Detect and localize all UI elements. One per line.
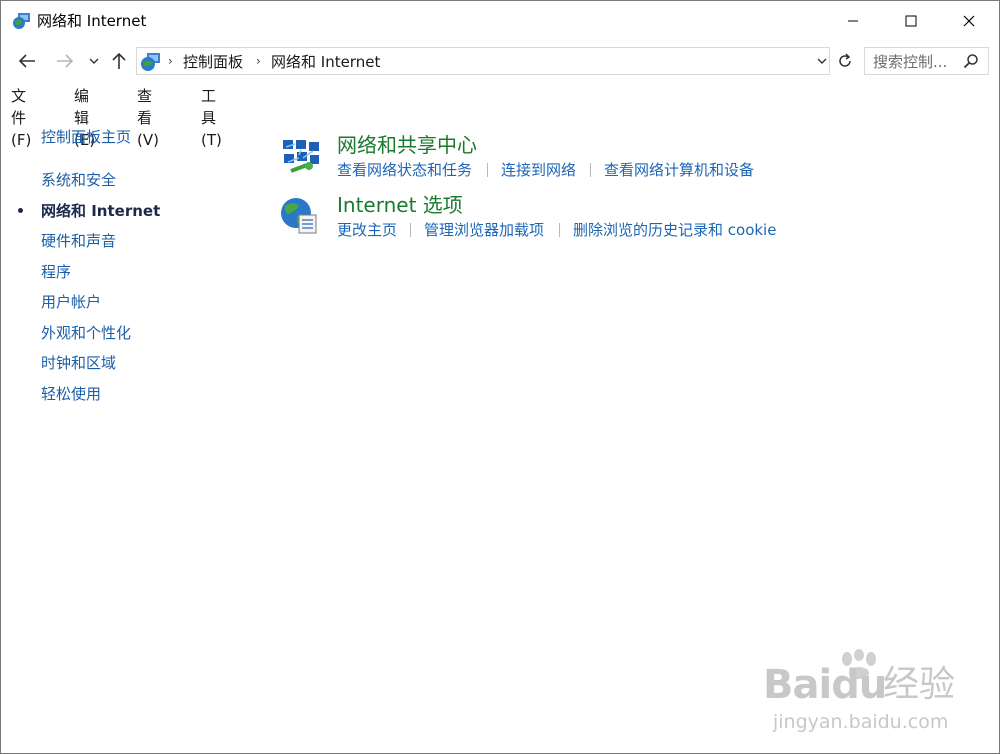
sidebar-item-clock-region[interactable]: 时钟和区域 [41, 353, 116, 373]
menu-view[interactable]: 查看(V) [137, 85, 159, 151]
back-button[interactable] [15, 48, 39, 74]
menu-tools[interactable]: 工具(T) [201, 85, 222, 151]
control-panel-icon [141, 53, 160, 71]
baidu-jingyan-watermark: Baidu 经验 jingyan.baidu.com [763, 649, 988, 739]
task-connect-to-network[interactable]: 连接到网络 [501, 160, 576, 180]
search-box[interactable] [864, 47, 989, 75]
back-arrow-icon [18, 54, 35, 68]
network-sharing-center-icon[interactable] [281, 138, 321, 178]
task-divider [590, 163, 591, 177]
chevron-down-icon [89, 58, 99, 64]
watermark-logo: Baidu [763, 662, 887, 708]
internet-options-title[interactable]: Internet 选项 [337, 192, 463, 218]
forward-button[interactable] [53, 48, 77, 74]
network-globe-icon [13, 13, 30, 29]
breadcrumb-separator-icon[interactable]: › [168, 54, 173, 68]
title-bar: 网络和 Internet [1, 1, 999, 41]
watermark-label: 经验 [883, 664, 956, 705]
breadcrumb-separator-icon[interactable]: › [256, 54, 261, 68]
sidebar-item-programs[interactable]: 程序 [41, 262, 71, 282]
task-view-network-status[interactable]: 查看网络状态和任务 [337, 160, 472, 180]
sidebar-item-user-accounts[interactable]: 用户帐户 [41, 292, 101, 312]
minimize-icon [848, 20, 858, 22]
control-panel-home-link[interactable]: 控制面板主页 [41, 127, 131, 147]
menu-file[interactable]: 文件(F) [11, 85, 31, 151]
network-sharing-center-title[interactable]: 网络和共享中心 [337, 132, 477, 158]
recent-locations-button[interactable] [87, 48, 101, 74]
refresh-button[interactable] [833, 47, 857, 75]
watermark-url: jingyan.baidu.com [773, 711, 949, 733]
sidebar-item-network-internet: 网络和 Internet [41, 202, 161, 220]
task-manage-addons[interactable]: 管理浏览器加载项 [424, 220, 544, 240]
task-view-network-computers[interactable]: 查看网络计算机和设备 [604, 160, 754, 180]
internet-options-icon[interactable] [279, 196, 319, 236]
task-divider [410, 223, 411, 237]
task-delete-browsing-history[interactable]: 删除浏览的历史记录和 cookie [573, 220, 776, 240]
close-button[interactable] [939, 1, 999, 41]
maximize-button[interactable] [881, 1, 941, 41]
control-panel-window: 网络和 Internet › 控制面板 › 网络和 Internet 搜索控制.… [0, 0, 1000, 754]
forward-arrow-icon [57, 54, 74, 68]
address-bar[interactable]: › 控制面板 › 网络和 Internet [136, 47, 830, 75]
task-change-homepage[interactable]: 更改主页 [337, 220, 397, 240]
minimize-button[interactable] [823, 1, 883, 41]
sidebar-item-appearance[interactable]: 外观和个性化 [41, 323, 131, 343]
address-history-dropdown[interactable] [813, 47, 831, 75]
breadcrumb-network-internet[interactable]: 网络和 Internet [271, 52, 380, 72]
search-input[interactable] [873, 52, 963, 72]
up-button[interactable] [108, 48, 130, 74]
window-title: 网络和 Internet [37, 12, 147, 30]
sidebar-item-system-security[interactable]: 系统和安全 [41, 170, 116, 190]
task-divider [559, 223, 560, 237]
chevron-down-icon [817, 58, 827, 64]
sidebar-item-hardware-sound[interactable]: 硬件和声音 [41, 231, 116, 251]
search-icon[interactable] [963, 53, 979, 69]
active-item-bullet-icon [18, 208, 23, 213]
up-arrow-icon [112, 52, 126, 69]
maximize-icon [905, 15, 917, 27]
sidebar-item-ease-of-access[interactable]: 轻松使用 [41, 384, 101, 404]
refresh-icon [839, 53, 851, 67]
close-icon [963, 15, 975, 27]
task-divider [487, 163, 488, 177]
breadcrumb-control-panel[interactable]: 控制面板 [183, 52, 243, 72]
